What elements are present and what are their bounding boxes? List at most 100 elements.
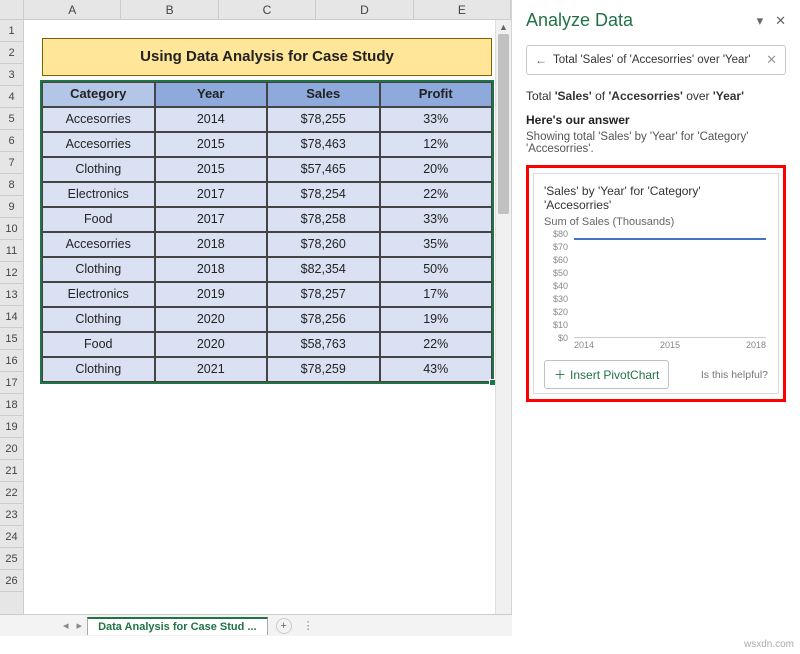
row-header[interactable]: 25	[0, 548, 23, 570]
new-sheet-button[interactable]: +	[276, 618, 292, 634]
active-sheet-tab[interactable]: Data Analysis for Case Stud ...	[87, 617, 268, 635]
query-box[interactable]: ← Total 'Sales' of 'Accesorries' over 'Y…	[526, 45, 786, 75]
table-cell[interactable]: 22%	[380, 332, 493, 357]
table-cell[interactable]: 19%	[380, 307, 493, 332]
table-cell[interactable]: 35%	[380, 232, 493, 257]
table-cell[interactable]: 2020	[155, 332, 268, 357]
table-cell[interactable]: 2014	[155, 107, 268, 132]
row-header[interactable]: 18	[0, 394, 23, 416]
table-row[interactable]: Electronics2017$78,25422%	[42, 182, 492, 207]
table-cell[interactable]: 2018	[155, 232, 268, 257]
helpful-link[interactable]: Is this helpful?	[701, 369, 768, 381]
table-cell[interactable]: Electronics	[42, 282, 155, 307]
table-cell[interactable]: Food	[42, 207, 155, 232]
dropdown-icon[interactable]: ▾	[757, 13, 764, 29]
col-header[interactable]: D	[316, 0, 413, 19]
row-header[interactable]: 15	[0, 328, 23, 350]
table-cell[interactable]: $78,463	[267, 132, 380, 157]
row-header[interactable]: 16	[0, 350, 23, 372]
row-header[interactable]: 10	[0, 218, 23, 240]
th-year[interactable]: Year	[155, 82, 268, 107]
row-header[interactable]: 21	[0, 460, 23, 482]
table-row[interactable]: Food2017$78,25833%	[42, 207, 492, 232]
table-row[interactable]: Food2020$58,76322%	[42, 332, 492, 357]
th-profit[interactable]: Profit	[380, 82, 493, 107]
table-cell[interactable]: 2015	[155, 132, 268, 157]
row-header[interactable]: 1	[0, 20, 23, 42]
clear-query-icon[interactable]: ✕	[766, 52, 777, 68]
row-header[interactable]: 11	[0, 240, 23, 262]
tab-nav-prev[interactable]: ▸	[74, 619, 86, 632]
insert-pivotchart-button[interactable]: ＋ Insert PivotChart	[544, 360, 669, 389]
table-row[interactable]: Clothing2020$78,25619%	[42, 307, 492, 332]
table-row[interactable]: Electronics2019$78,25717%	[42, 282, 492, 307]
row-header[interactable]: 8	[0, 174, 23, 196]
title-merged-cell[interactable]: Using Data Analysis for Case Study	[42, 38, 492, 74]
table-cell[interactable]: 12%	[380, 132, 493, 157]
scroll-thumb[interactable]	[498, 34, 509, 214]
table-cell[interactable]: Clothing	[42, 307, 155, 332]
table-row[interactable]: Accesorries2014$78,25533%	[42, 107, 492, 132]
table-cell[interactable]: 2019	[155, 282, 268, 307]
table-cell[interactable]: $82,354	[267, 257, 380, 282]
row-header[interactable]: 22	[0, 482, 23, 504]
table-cell[interactable]: 2021	[155, 357, 268, 382]
th-sales[interactable]: Sales	[267, 82, 380, 107]
table-row[interactable]: Accesorries2015$78,46312%	[42, 132, 492, 157]
grid-body[interactable]: 1234567891011121314151617181920212223242…	[0, 20, 511, 636]
row-header[interactable]: 12	[0, 262, 23, 284]
table-cell[interactable]: 2018	[155, 257, 268, 282]
row-header[interactable]: 26	[0, 570, 23, 592]
row-header[interactable]: 17	[0, 372, 23, 394]
row-header[interactable]: 20	[0, 438, 23, 460]
table-cell[interactable]: 2017	[155, 182, 268, 207]
back-arrow-icon[interactable]: ←	[535, 53, 547, 67]
col-header[interactable]: B	[121, 0, 218, 19]
row-header[interactable]: 5	[0, 108, 23, 130]
table-cell[interactable]: $78,254	[267, 182, 380, 207]
row-header[interactable]: 7	[0, 152, 23, 174]
table-cell[interactable]: $78,255	[267, 107, 380, 132]
row-header[interactable]: 23	[0, 504, 23, 526]
row-header[interactable]: 19	[0, 416, 23, 438]
row-header[interactable]: 14	[0, 306, 23, 328]
vertical-scrollbar[interactable]: ▲ ▼	[495, 20, 511, 636]
table-cell[interactable]: Accesorries	[42, 232, 155, 257]
table-cell[interactable]: 43%	[380, 357, 493, 382]
table-cell[interactable]: 20%	[380, 157, 493, 182]
close-pane-icon[interactable]: ✕	[775, 13, 786, 29]
table-cell[interactable]: 22%	[380, 182, 493, 207]
select-all-corner[interactable]	[0, 0, 24, 19]
table-cell[interactable]: Clothing	[42, 357, 155, 382]
table-cell[interactable]: $78,258	[267, 207, 380, 232]
table-cell[interactable]: Accesorries	[42, 107, 155, 132]
table-cell[interactable]: Clothing	[42, 157, 155, 182]
row-header[interactable]: 13	[0, 284, 23, 306]
row-header[interactable]: 4	[0, 86, 23, 108]
table-cell[interactable]: $78,256	[267, 307, 380, 332]
table-cell[interactable]: Electronics	[42, 182, 155, 207]
table-row[interactable]: Clothing2018$82,35450%	[42, 257, 492, 282]
scroll-up-arrow[interactable]: ▲	[496, 20, 511, 34]
row-header[interactable]: 9	[0, 196, 23, 218]
row-header[interactable]: 6	[0, 130, 23, 152]
table-cell[interactable]: $57,465	[267, 157, 380, 182]
tab-nav-first[interactable]: ◂	[60, 619, 72, 632]
th-category[interactable]: Category	[42, 82, 155, 107]
col-header[interactable]: C	[219, 0, 316, 19]
table-cell[interactable]: $58,763	[267, 332, 380, 357]
table-cell[interactable]: Food	[42, 332, 155, 357]
table-cell[interactable]: 2015	[155, 157, 268, 182]
table-row[interactable]: Clothing2021$78,25943%	[42, 357, 492, 382]
table-cell[interactable]: 33%	[380, 107, 493, 132]
row-header[interactable]: 2	[0, 42, 23, 64]
table-cell[interactable]: Clothing	[42, 257, 155, 282]
table-cell[interactable]: Accesorries	[42, 132, 155, 157]
table-cell[interactable]: 17%	[380, 282, 493, 307]
table-cell[interactable]: $78,259	[267, 357, 380, 382]
table-cell[interactable]: $78,260	[267, 232, 380, 257]
table-cell[interactable]: 2020	[155, 307, 268, 332]
col-header[interactable]: E	[414, 0, 511, 19]
row-header[interactable]: 3	[0, 64, 23, 86]
table-row[interactable]: Accesorries2018$78,26035%	[42, 232, 492, 257]
